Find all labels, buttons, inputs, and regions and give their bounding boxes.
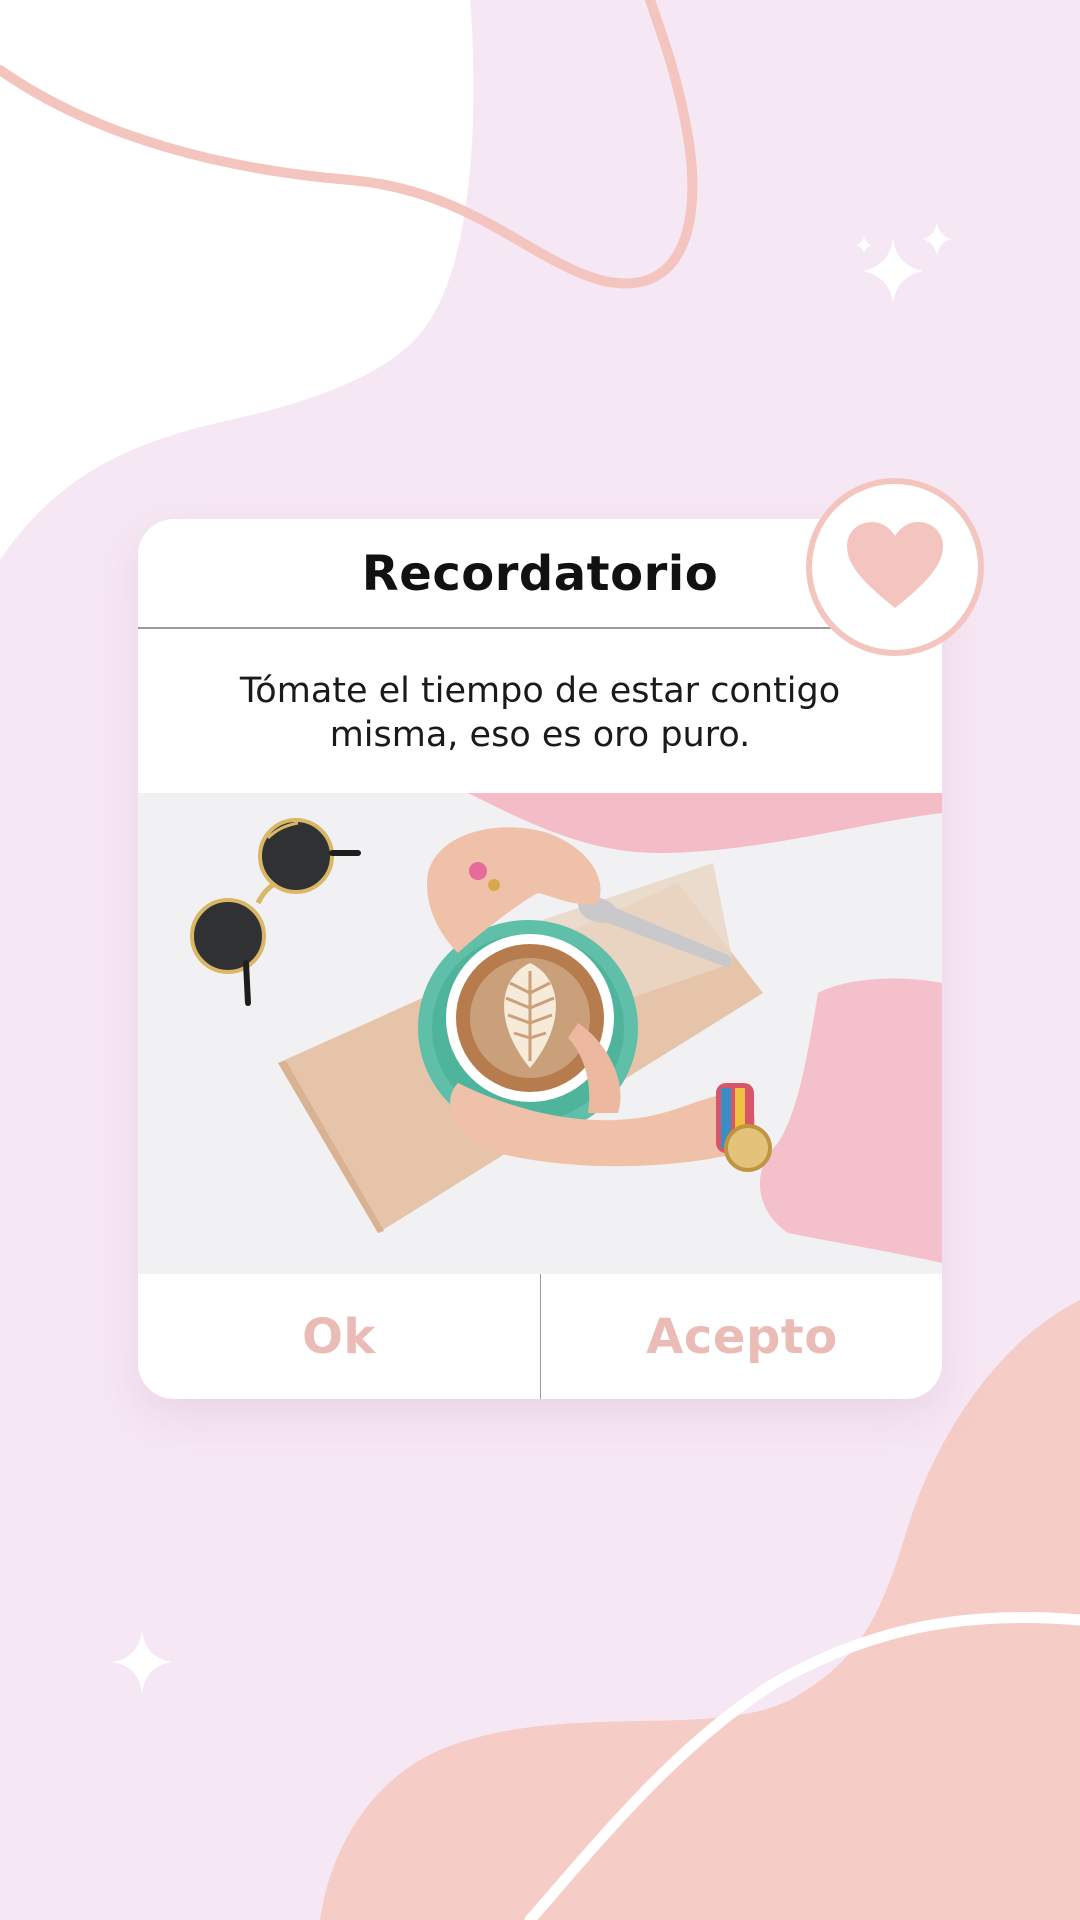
ok-button[interactable]: Ok (138, 1274, 540, 1399)
heart-badge (806, 478, 984, 656)
heart-icon (847, 522, 943, 608)
accept-button[interactable]: Acepto (541, 1274, 942, 1399)
coffee-photo (138, 793, 942, 1274)
reminder-dialog: Recordatorio Tómate el tiempo de estar c… (138, 519, 942, 1399)
title-divider (138, 627, 838, 629)
sparkle-icon (112, 1630, 172, 1694)
dialog-message: Tómate el tiempo de estar contigo misma,… (239, 671, 841, 755)
white-blob (0, 0, 474, 560)
watch (724, 1124, 772, 1172)
sparkle-icon (856, 222, 952, 304)
